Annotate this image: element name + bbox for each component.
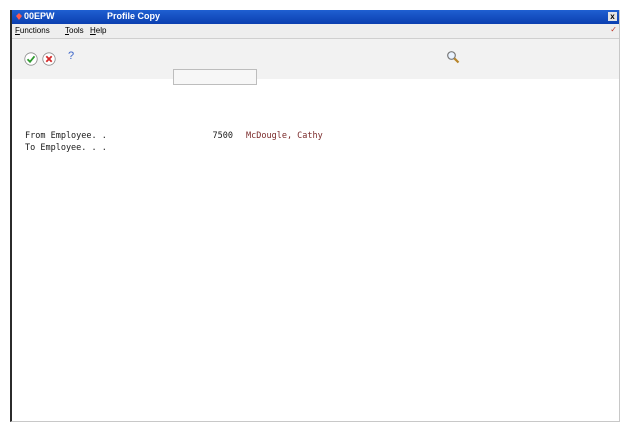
close-button[interactable]: x	[608, 12, 617, 21]
from-employee-number: 7500	[212, 131, 233, 141]
menu-functions[interactable]: Functions	[15, 26, 50, 35]
menu-tools[interactable]: Tools	[65, 26, 84, 35]
check-icon[interactable]	[24, 52, 38, 66]
menu-help-label: elp	[95, 26, 107, 35]
window-control-icon[interactable]: ✓	[610, 25, 617, 34]
form-body: From Employee. . 7500 McDougle, Cathy To…	[12, 79, 619, 421]
to-employee-label: To Employee. . .	[25, 143, 107, 153]
title-bar: 00EPW Profile Copy x	[12, 10, 619, 24]
from-employee-label: From Employee. .	[25, 131, 107, 141]
window-title: Profile Copy	[107, 11, 161, 21]
from-employee-name: McDougle, Cathy	[246, 131, 323, 141]
menu-functions-label: unctions	[19, 26, 50, 35]
app-logo-icon	[16, 13, 22, 20]
app-code: 00EPW	[24, 11, 55, 21]
magnifier-icon[interactable]	[446, 50, 460, 64]
close-icon: x	[610, 12, 615, 21]
cancel-icon[interactable]	[42, 52, 56, 66]
menu-help[interactable]: Help	[90, 26, 106, 35]
to-employee-input[interactable]	[173, 69, 257, 85]
question-icon[interactable]: ?	[68, 50, 82, 64]
toolbar: ?	[12, 39, 619, 79]
menu-tools-label: ools	[69, 26, 84, 35]
menu-bar: Functions Tools Help ✓	[12, 24, 619, 39]
profile-copy-window: 00EPW Profile Copy x Functions Tools Hel…	[10, 10, 620, 422]
